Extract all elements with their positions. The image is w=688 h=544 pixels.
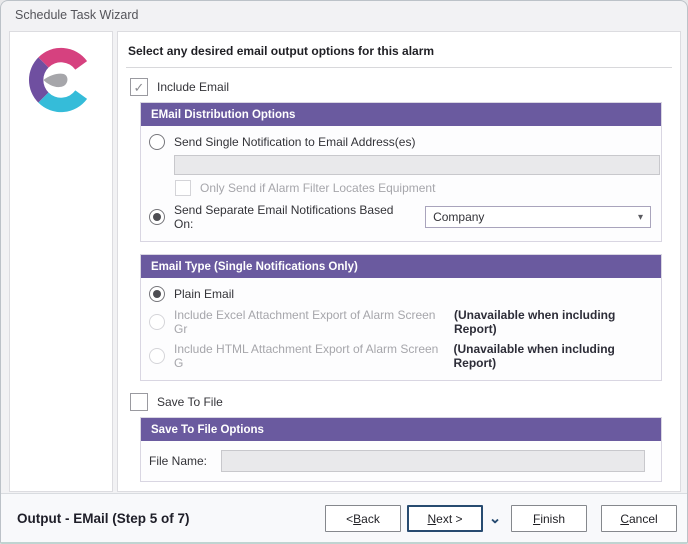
excel-attachment-row: Include Excel Attachment Export of Alarm… [149, 305, 653, 339]
based-on-dropdown[interactable]: Company ▾ [425, 206, 651, 228]
wizard-footer: Output - EMail (Step 5 of 7) < Back Next… [1, 493, 688, 543]
save-to-file-checkbox[interactable] [130, 393, 148, 411]
save-to-file-row: Save To File [130, 393, 672, 411]
file-name-label: File Name: [149, 454, 221, 468]
email-type-section: Email Type (Single Notifications Only) P… [140, 254, 662, 381]
excel-attachment-note: (Unavailable when including Report) [454, 308, 653, 336]
cancel-button[interactable]: Cancel [601, 505, 677, 532]
email-type-header: Email Type (Single Notifications Only) [141, 255, 661, 278]
wizard-content-panel: Select any desired email output options … [117, 31, 681, 492]
wizard-logo-panel [9, 31, 113, 492]
wizard-buttons: < Back Next > ⌄ Finish Cancel [325, 505, 677, 532]
schedule-task-wizard-window: Schedule Task Wizard Select any desired … [0, 0, 688, 544]
email-distribution-header: EMail Distribution Options [141, 103, 661, 126]
page-title: Select any desired email output options … [126, 42, 672, 68]
email-distribution-section: EMail Distribution Options Send Single N… [140, 102, 662, 242]
email-addresses-input[interactable] [174, 155, 660, 175]
plain-email-row: Plain Email [149, 283, 653, 305]
send-single-notification-label: Send Single Notification to Email Addres… [174, 135, 415, 149]
include-email-row: ✓ Include Email [130, 78, 672, 96]
file-name-row: File Name: [141, 441, 661, 481]
plain-email-radio[interactable] [149, 286, 165, 302]
file-name-input[interactable] [221, 450, 645, 472]
html-attachment-row: Include HTML Attachment Export of Alarm … [149, 339, 653, 373]
alarm-filter-checkbox[interactable] [175, 180, 191, 196]
title-bar: Schedule Task Wizard [1, 1, 687, 29]
excel-attachment-radio[interactable] [149, 314, 165, 330]
back-button[interactable]: < Back [325, 505, 401, 532]
next-button[interactable]: Next > [407, 505, 483, 532]
dropdown-arrow-icon: ▾ [638, 212, 643, 223]
send-single-notification-radio[interactable] [149, 134, 165, 150]
html-attachment-note: (Unavailable when including Report) [454, 342, 654, 370]
save-to-file-section: Save To File Options File Name: [140, 417, 662, 482]
send-separate-notifications-radio[interactable] [149, 209, 165, 225]
alarm-filter-row: Only Send if Alarm Filter Locates Equipm… [175, 180, 653, 196]
chevron-down-icon[interactable]: ⌄ [485, 505, 505, 532]
window-title: Schedule Task Wizard [15, 8, 138, 22]
save-to-file-label: Save To File [157, 395, 223, 409]
based-on-selected-value: Company [433, 210, 484, 224]
finish-button[interactable]: Finish [511, 505, 587, 532]
send-separate-notifications-row: Send Separate Email Notifications Based … [149, 200, 653, 234]
include-email-checkbox[interactable]: ✓ [130, 78, 148, 96]
html-attachment-radio[interactable] [149, 348, 165, 364]
send-separate-notifications-label: Send Separate Email Notifications Based … [174, 203, 416, 231]
check-icon: ✓ [134, 81, 145, 94]
include-email-label: Include Email [157, 80, 229, 94]
app-logo-icon [21, 40, 101, 120]
send-single-notification-row: Send Single Notification to Email Addres… [149, 131, 653, 153]
save-to-file-header: Save To File Options [141, 418, 661, 441]
step-status-label: Output - EMail (Step 5 of 7) [17, 511, 190, 526]
alarm-filter-label: Only Send if Alarm Filter Locates Equipm… [200, 181, 435, 195]
plain-email-label: Plain Email [174, 287, 234, 301]
html-attachment-label: Include HTML Attachment Export of Alarm … [174, 342, 441, 370]
excel-attachment-label: Include Excel Attachment Export of Alarm… [174, 308, 441, 336]
